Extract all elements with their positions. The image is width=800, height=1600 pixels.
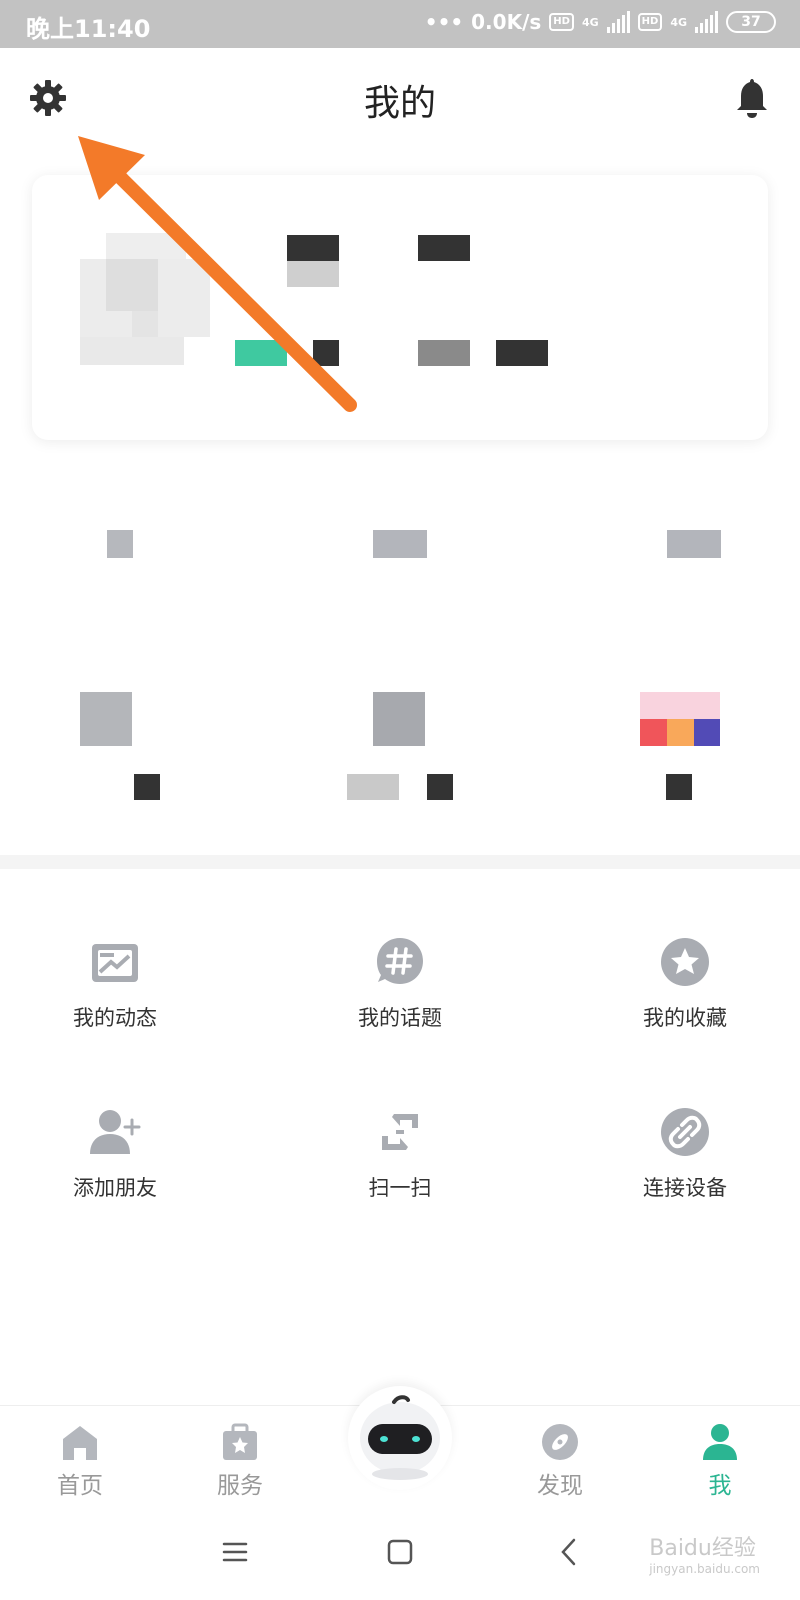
- scan-icon: [382, 1114, 418, 1150]
- user-info-redacted: [418, 235, 470, 261]
- network-type: 4G: [670, 15, 687, 29]
- nav-discover[interactable]: 发现: [510, 1422, 610, 1500]
- menu-label: 扫一扫: [368, 1176, 432, 1200]
- briefcase-icon: [223, 1423, 257, 1460]
- hd-badge: HD: [549, 13, 574, 31]
- nav-me[interactable]: 我: [670, 1422, 770, 1500]
- compass-icon: [542, 1424, 578, 1460]
- level-badge: [235, 340, 287, 366]
- person-icon: [703, 1424, 737, 1460]
- user-info-redacted: [287, 261, 339, 287]
- robot-icon: [360, 1395, 440, 1480]
- bell-icon[interactable]: [732, 76, 772, 120]
- stat-item[interactable]: [667, 530, 721, 558]
- feature-item[interactable]: [640, 692, 720, 800]
- menu-label: 添加朋友: [73, 1176, 157, 1200]
- menu-label: 连接设备: [643, 1176, 727, 1200]
- section-divider: [0, 855, 800, 869]
- avatar[interactable]: [80, 233, 210, 365]
- hashtag-icon: [377, 938, 423, 984]
- nav-label: 我: [708, 1473, 732, 1499]
- status-indicators: ••• 0.0K/s HD 4G HD 4G 37: [425, 10, 776, 34]
- page-header: 我的: [0, 48, 800, 148]
- nav-home[interactable]: 首页: [30, 1422, 130, 1500]
- battery-icon: 37: [726, 11, 776, 33]
- user-info-redacted: [313, 340, 339, 366]
- status-dots: •••: [424, 10, 464, 34]
- status-time: 晚上11:40: [26, 15, 151, 43]
- nav-label: 服务: [217, 1473, 263, 1499]
- signal-icon: [606, 11, 630, 33]
- menu-label: 我的动态: [73, 1006, 157, 1030]
- post-icon: [92, 944, 138, 982]
- menu-add-friend[interactable]: 添加朋友: [15, 1106, 215, 1202]
- profile-card[interactable]: [32, 175, 768, 440]
- nav-label: 首页: [57, 1473, 103, 1499]
- user-info-redacted: [496, 340, 548, 366]
- home-icon: [63, 1426, 97, 1460]
- feature-item[interactable]: [80, 692, 160, 800]
- system-nav-bar: Baidu经验 jingyan.baidu.com: [0, 1505, 800, 1600]
- page-title: 我的: [363, 83, 436, 124]
- watermark-url: jingyan.baidu.com: [649, 1562, 760, 1576]
- watermark-text: Baidu经验: [649, 1536, 756, 1561]
- robot-assistant-button[interactable]: [348, 1386, 452, 1490]
- star-icon: [661, 938, 709, 986]
- hd-badge: HD: [637, 13, 663, 31]
- username-redacted: [287, 235, 339, 261]
- nav-label: 发现: [537, 1473, 583, 1499]
- stat-item[interactable]: [373, 530, 427, 558]
- nav-services[interactable]: 服务: [190, 1422, 290, 1500]
- menu-label: 我的话题: [358, 1006, 442, 1030]
- menu-my-topics[interactable]: 我的话题: [300, 936, 500, 1032]
- bottom-nav: 首页 服务 发现 我: [0, 1386, 800, 1505]
- signal-icon: [695, 11, 718, 33]
- menu-my-posts[interactable]: 我的动态: [15, 936, 215, 1032]
- network-speed: 0.0K/s: [471, 10, 542, 34]
- feature-item[interactable]: [347, 692, 457, 800]
- watermark: Baidu经验 jingyan.baidu.com: [649, 1530, 760, 1576]
- menu-icon[interactable]: [220, 1537, 250, 1567]
- back-icon[interactable]: [555, 1537, 585, 1567]
- add-friend-icon: [90, 1110, 141, 1154]
- menu-label: 我的收藏: [643, 1006, 727, 1030]
- menu-my-favorites[interactable]: 我的收藏: [585, 936, 785, 1032]
- link-icon: [661, 1108, 709, 1156]
- home-square-icon[interactable]: [385, 1537, 415, 1567]
- menu-connect-device[interactable]: 连接设备: [585, 1106, 785, 1202]
- network-type: 4G: [581, 15, 599, 29]
- user-info-redacted: [418, 340, 470, 366]
- menu-scan[interactable]: 扫一扫: [300, 1106, 500, 1202]
- stat-item[interactable]: [107, 530, 133, 558]
- status-bar: 晚上11:40 ••• 0.0K/s HD 4G HD 4G 37: [0, 0, 800, 48]
